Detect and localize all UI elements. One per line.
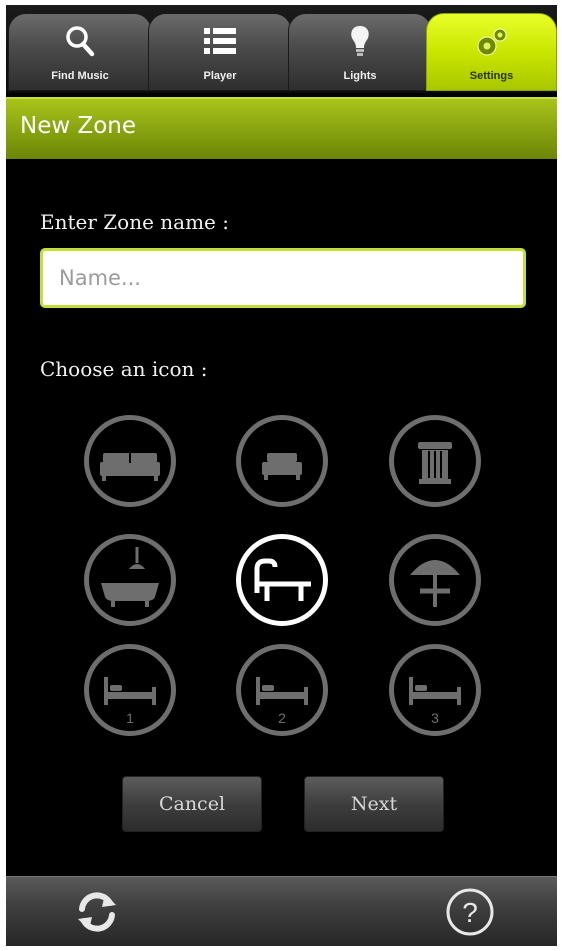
tab-bar: Find Music Player Lights Settings (6, 5, 557, 93)
column-icon (418, 442, 452, 484)
column-icon-option[interactable] (389, 415, 481, 507)
bed-3-icon-option[interactable]: 3 (389, 644, 481, 736)
tab-label: Player (203, 70, 237, 82)
bottom-bar: ? (6, 876, 557, 946)
sofa-icon (100, 453, 160, 481)
bathtub-icon (101, 547, 159, 607)
svg-text:?: ? (462, 897, 478, 928)
bed-1-icon-option[interactable]: 1 (84, 644, 176, 736)
tab-settings[interactable]: Settings (426, 13, 557, 91)
bed-number: 1 (126, 710, 134, 726)
couch-icon (262, 453, 302, 480)
bed-icon: 3 (409, 677, 461, 726)
tab-label: Settings (469, 70, 514, 82)
parasol-icon-option[interactable] (389, 534, 481, 626)
tab-player[interactable]: Player (148, 13, 292, 91)
next-button[interactable]: Next (304, 776, 444, 832)
tab-lights[interactable]: Lights (288, 13, 432, 91)
bulb-icon (351, 26, 369, 56)
bed-number: 3 (431, 710, 439, 726)
choose-icon-label: Choose an icon : (40, 357, 208, 381)
tab-find-music[interactable]: Find Music (8, 13, 152, 91)
bathtub-icon-option[interactable] (84, 534, 176, 626)
app-screen: Find Music Player Lights Settings New Zo… (6, 5, 557, 946)
gears-icon (476, 28, 507, 56)
couch-icon-option[interactable] (236, 415, 328, 507)
bed-number: 2 (278, 710, 286, 726)
help-icon[interactable]: ? (443, 885, 497, 939)
page-title: New Zone (20, 113, 137, 139)
sofa-icon-option[interactable] (84, 415, 176, 507)
tab-label: Find Music (51, 70, 109, 82)
bed-icon: 1 (104, 677, 156, 726)
lounger-icon (254, 558, 311, 601)
tab-label: Lights (343, 70, 377, 82)
bed-2-icon-option[interactable]: 2 (236, 644, 328, 736)
bed-icon: 2 (256, 677, 308, 726)
zone-name-label: Enter Zone name : (40, 210, 229, 234)
cancel-button[interactable]: Cancel (122, 776, 262, 832)
zone-name-input[interactable] (40, 248, 526, 308)
search-icon (66, 26, 95, 57)
list-icon (204, 28, 236, 54)
parasol-icon (410, 560, 460, 607)
lounger-icon-option[interactable] (236, 534, 328, 626)
title-bar: New Zone (6, 97, 557, 159)
refresh-icon[interactable] (72, 887, 122, 937)
